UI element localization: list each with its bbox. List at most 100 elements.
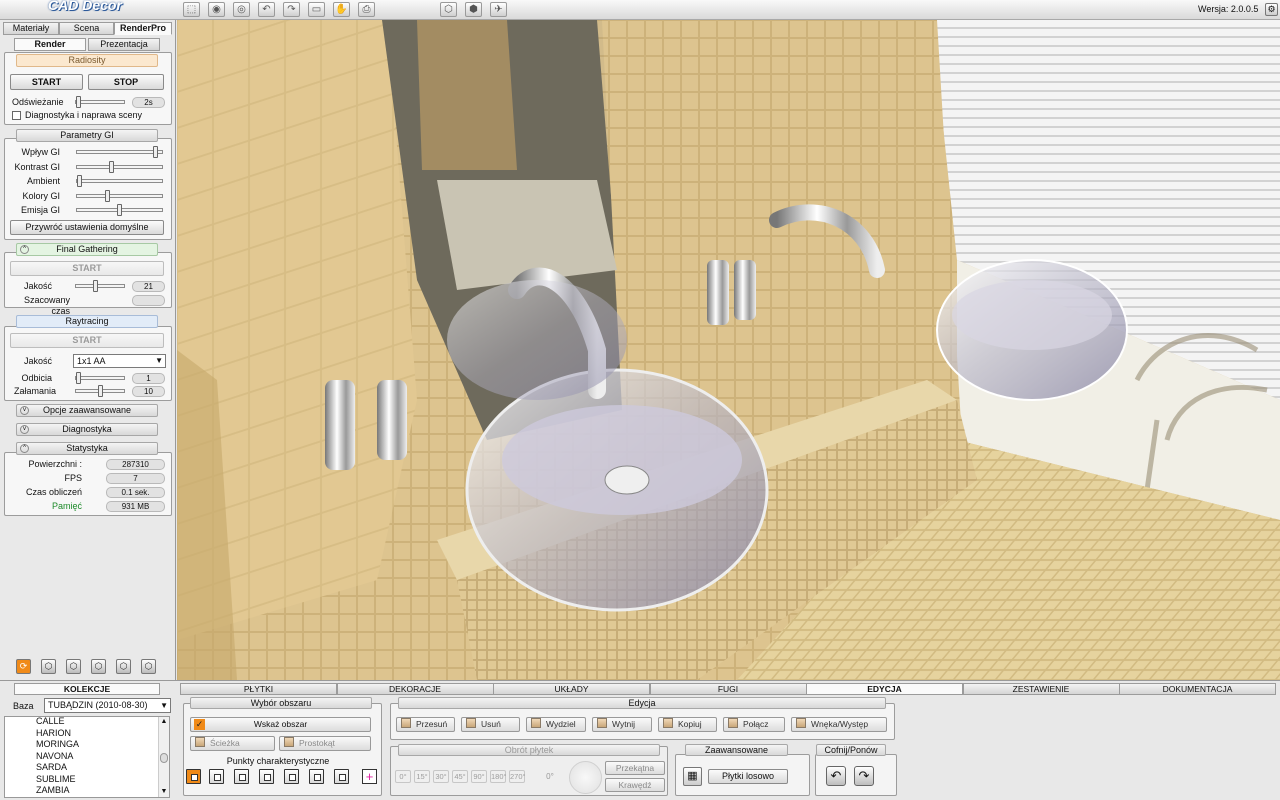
list-item[interactable]: SUBLIME [36, 774, 76, 785]
radiosity-stop-button[interactable]: STOP [88, 74, 164, 90]
refractions-slider[interactable] [75, 385, 125, 397]
undo-icon[interactable]: ↶ [258, 2, 275, 17]
tab-renderpro[interactable]: RenderPro [114, 22, 172, 35]
send-icon[interactable]: ✈ [490, 2, 507, 17]
add-point-icon[interactable]: + [362, 769, 377, 784]
orbit-view-icon[interactable]: ◉ [208, 2, 225, 17]
cube-view-b-icon[interactable]: ⬢ [465, 2, 482, 17]
random-tiles-button[interactable]: Płytki losowo [708, 769, 788, 784]
list-item[interactable]: HARION [36, 728, 71, 739]
walk-tool-icon[interactable]: ✋ [333, 2, 350, 17]
slider-thumb[interactable] [77, 175, 82, 187]
scroll-down-icon[interactable]: ▼ [159, 787, 169, 797]
final-gathering-start-button[interactable]: START [10, 261, 164, 276]
edit-0-button[interactable]: Przesuń [396, 717, 455, 732]
slider-thumb[interactable] [105, 189, 110, 202]
list-item[interactable]: SARDA [36, 762, 67, 773]
scroll-thumb[interactable] [160, 753, 168, 763]
tab-dokumentacja[interactable]: DOKUMENTACJA [1119, 683, 1276, 695]
random-tiles-icon[interactable]: ▦ [683, 767, 702, 786]
render-frame-icon[interactable]: ▭ [308, 2, 325, 17]
point-snap-icon[interactable] [309, 769, 324, 784]
tab-układy[interactable]: UKŁADY [493, 683, 650, 695]
point-snap-icon[interactable] [209, 769, 224, 784]
cube-view-a-icon[interactable]: ⬡ [440, 2, 457, 17]
slider-thumb[interactable] [109, 160, 114, 173]
edit-3-button[interactable]: Wytnij [592, 717, 652, 732]
fg-quality-slider[interactable] [75, 280, 125, 292]
angle-button[interactable]: 180° [490, 770, 507, 783]
path-button[interactable]: Ścieżka [190, 736, 275, 751]
tab-render[interactable]: Render [14, 38, 86, 51]
settings-icon[interactable]: ⚙ [1265, 3, 1278, 16]
raytracing-start-button[interactable]: START [10, 333, 164, 348]
angle-button[interactable]: 0° [395, 770, 411, 783]
rotation-dial[interactable] [569, 761, 602, 794]
base-select[interactable]: TUBĄDZIN (2010-08-30) ▼ [44, 698, 171, 713]
redo-icon[interactable]: ↷ [854, 766, 874, 786]
advanced-options-header[interactable]: v Opcje zaawansowane [16, 404, 158, 417]
cube-view-icon[interactable]: ⬡ [116, 659, 131, 674]
slider-thumb[interactable] [117, 204, 122, 216]
eye-view-icon[interactable]: ◎ [233, 2, 250, 17]
edit-4-button[interactable]: Kopiuj [658, 717, 717, 732]
slider-thumb[interactable] [153, 146, 158, 158]
list-item[interactable]: ZAMBIA [36, 785, 70, 796]
cube-view-icon[interactable]: ⬡ [141, 659, 156, 674]
cube-view-icon[interactable]: ⬡ [91, 659, 106, 674]
edit-1-button[interactable]: Usuń [461, 717, 520, 732]
scroll-up-icon[interactable]: ▲ [159, 717, 169, 727]
rt-quality-select[interactable]: 1x1 AA ▼ [73, 354, 166, 368]
list-item[interactable]: CALLE [36, 717, 65, 727]
gi-slider[interactable] [76, 160, 163, 173]
tab-dekoracje[interactable]: DEKORACJE [336, 683, 494, 695]
tab-presentation[interactable]: Prezentacja [88, 38, 160, 51]
gi-slider[interactable] [76, 146, 163, 158]
gi-slider[interactable] [76, 204, 163, 216]
show-area-button[interactable]: ✓ Wskaż obszar [190, 717, 371, 732]
3d-viewport[interactable] [177, 20, 1280, 680]
point-snap-icon[interactable] [234, 769, 249, 784]
edit-6-button[interactable]: Wnęka/Występ [791, 717, 887, 732]
point-snap-icon[interactable] [259, 769, 274, 784]
cube-view-icon[interactable]: ⬡ [41, 659, 56, 674]
diagonal-button[interactable]: Przekątna [605, 761, 665, 775]
gi-slider[interactable] [76, 175, 163, 187]
refresh-slider[interactable] [75, 96, 125, 108]
angle-button[interactable]: 45° [452, 770, 468, 783]
edit-5-button[interactable]: Połącz [723, 717, 785, 732]
tab-zestawienie[interactable]: ZESTAWIENIE [962, 683, 1120, 695]
tab-collections[interactable]: KOLEKCJE [14, 683, 160, 695]
radiosity-start-button[interactable]: START [10, 74, 83, 90]
redo-icon[interactable]: ↷ [283, 2, 300, 17]
tab-materials[interactable]: Materiały [3, 22, 59, 35]
angle-button[interactable]: 30° [433, 770, 449, 783]
undo-icon[interactable]: ↶ [826, 766, 846, 786]
list-scrollbar[interactable]: ▲ ▼ [158, 717, 169, 797]
angle-button[interactable]: 90° [471, 770, 487, 783]
edit-2-button[interactable]: Wydziel [526, 717, 586, 732]
diagnostics-header[interactable]: v Diagnostyka [16, 423, 158, 436]
print-icon[interactable]: ⎙ [358, 2, 375, 17]
collection-list[interactable]: CALLE HARION MORINGA NAVONA SARDA SUBLIME ZAMB… [4, 716, 170, 798]
point-snap-icon[interactable] [334, 769, 349, 784]
diagnostics-checkbox[interactable] [12, 111, 21, 120]
gi-slider[interactable] [76, 189, 163, 202]
cube-view-icon[interactable]: ⬡ [66, 659, 81, 674]
pointer-tool-icon[interactable]: ⬚ [183, 2, 200, 17]
refresh-view-icon[interactable]: ⟳ [16, 659, 31, 674]
point-snap-active[interactable] [186, 769, 201, 784]
tab-płytki[interactable]: PŁYTKI [180, 683, 337, 695]
list-item[interactable]: MORINGA [36, 739, 79, 750]
tab-fugi[interactable]: FUGI [649, 683, 807, 695]
angle-button[interactable]: 15° [414, 770, 430, 783]
angle-button[interactable]: 270° [509, 770, 526, 783]
reset-defaults-button[interactable]: Przywróć ustawienia domyślne [10, 220, 164, 235]
reflections-slider[interactable] [75, 372, 125, 384]
tab-edycja[interactable]: EDYCJA [806, 683, 963, 695]
statistics-header[interactable]: ^ Statystyka [16, 442, 158, 455]
point-snap-icon[interactable] [284, 769, 299, 784]
list-item[interactable]: NAVONA [36, 751, 73, 762]
rectangle-button[interactable]: Prostokąt [279, 736, 371, 751]
edge-button[interactable]: Krawędź [605, 778, 665, 792]
